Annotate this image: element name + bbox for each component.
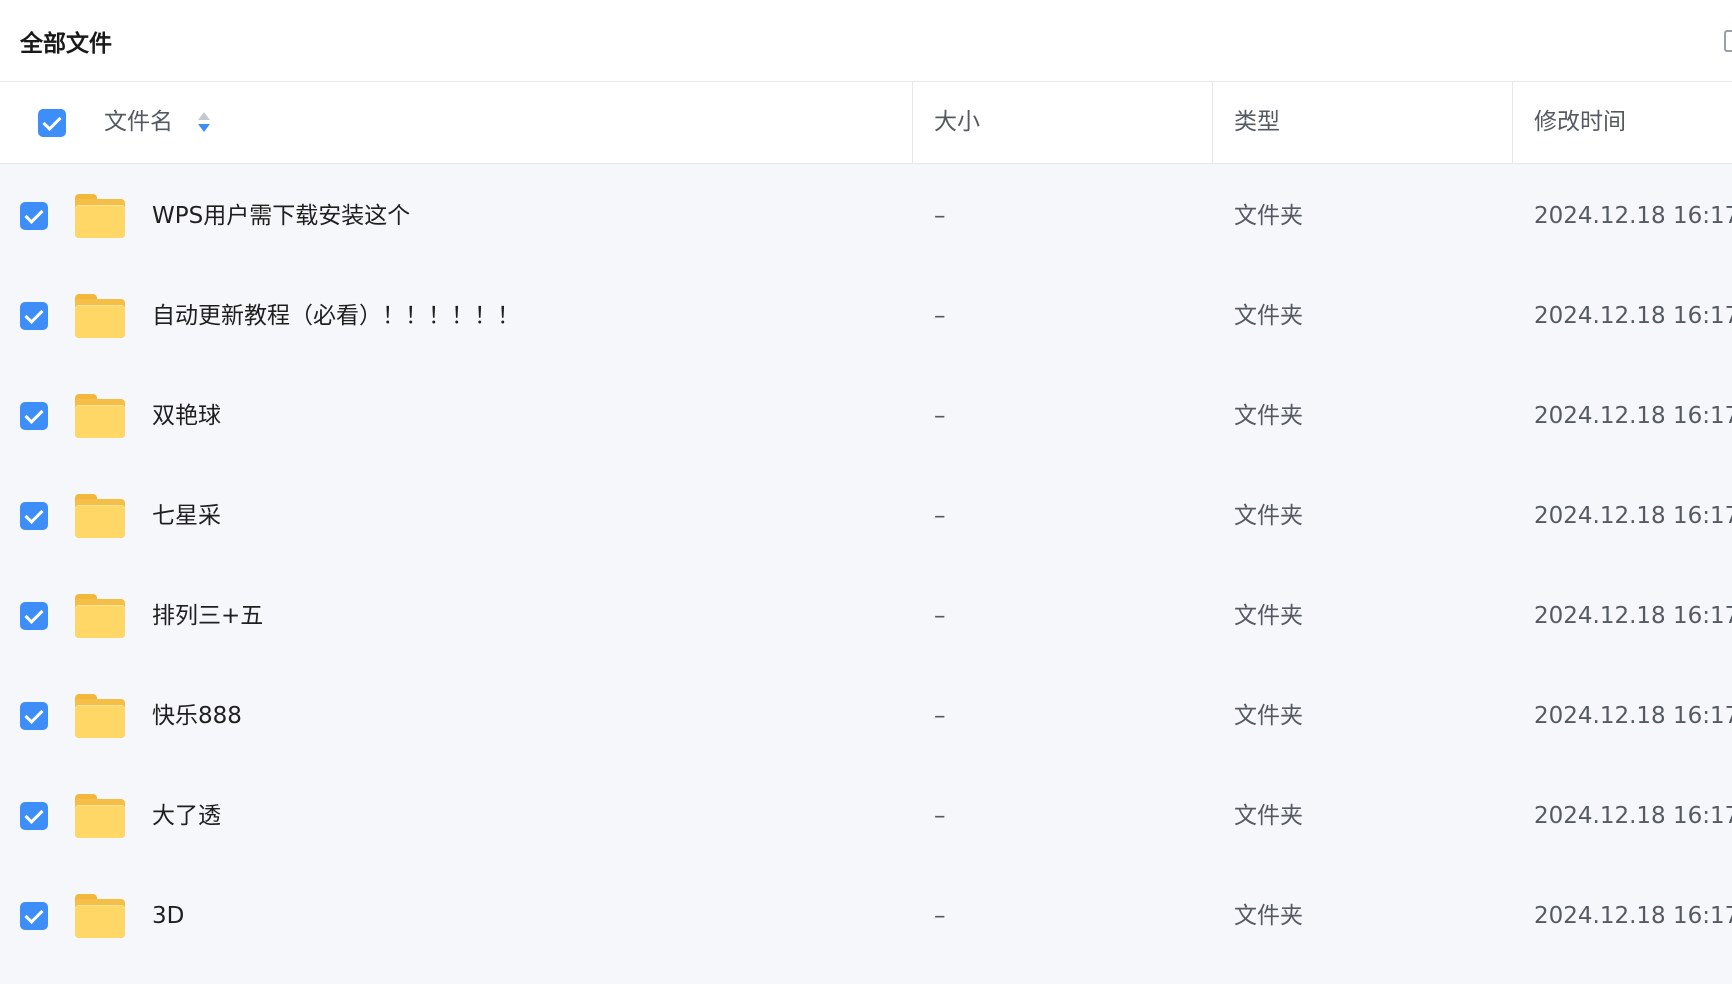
folder-icon [75, 694, 125, 738]
breadcrumb-all-files[interactable]: 全部文件 [20, 24, 112, 58]
folder-icon [75, 394, 125, 438]
sort-icon[interactable] [197, 112, 211, 136]
table-row[interactable]: WPS用户需下载安装这个 – 文件夹 2024.12.18 16:17 [0, 166, 1732, 266]
column-divider[interactable] [912, 82, 913, 163]
table-row[interactable]: 自动更新教程（必看）！！！！！！ – 文件夹 2024.12.18 16:17 [0, 266, 1732, 366]
column-header-size[interactable]: 大小 [934, 82, 980, 163]
column-divider[interactable] [1512, 82, 1513, 163]
file-type: 文件夹 [1234, 303, 1303, 329]
file-name[interactable]: 大了透 [152, 766, 221, 866]
file-type: 文件夹 [1234, 603, 1303, 629]
folder-icon [75, 294, 125, 338]
row-checkbox[interactable] [20, 202, 48, 230]
file-name[interactable]: 排列三+五 [152, 566, 263, 666]
column-divider[interactable] [1212, 82, 1213, 163]
table-header: 文件名 大小 类型 修改时间 [0, 82, 1732, 164]
file-name[interactable]: 七星采 [152, 466, 221, 566]
file-list-page: 全部文件 文件名 大小 类型 修改时间 WPS用户需下载安装这个 – 文件夹 2… [0, 0, 1732, 984]
folder-icon [75, 594, 125, 638]
file-name[interactable]: WPS用户需下载安装这个 [152, 166, 410, 266]
row-checkbox[interactable] [20, 602, 48, 630]
select-all-checkbox[interactable] [38, 109, 66, 137]
file-type: 文件夹 [1234, 803, 1303, 829]
file-modified-time: 2024.12.18 16:17 [1534, 403, 1732, 429]
folder-icon [75, 894, 125, 938]
column-header-name[interactable]: 文件名 [104, 82, 173, 163]
file-size: – [934, 903, 946, 929]
file-type: 文件夹 [1234, 403, 1303, 429]
file-modified-time: 2024.12.18 16:17 [1534, 803, 1732, 829]
row-checkbox[interactable] [20, 302, 48, 330]
top-bar: 全部文件 [0, 0, 1732, 82]
file-modified-time: 2024.12.18 16:17 [1534, 503, 1732, 529]
folder-icon [75, 494, 125, 538]
panel-toggle-icon[interactable] [1724, 30, 1732, 52]
sort-up-icon [198, 112, 210, 120]
file-modified-time: 2024.12.18 16:17 [1534, 903, 1732, 929]
file-name[interactable]: 快乐888 [152, 666, 242, 766]
file-name[interactable]: 3D [152, 866, 184, 966]
table-row[interactable]: 排列三+五 – 文件夹 2024.12.18 16:17 [0, 566, 1732, 666]
folder-icon [75, 194, 125, 238]
file-size: – [934, 303, 946, 329]
file-size: – [934, 203, 946, 229]
table-row[interactable]: 3D – 文件夹 2024.12.18 16:17 [0, 866, 1732, 966]
file-modified-time: 2024.12.18 16:17 [1534, 703, 1732, 729]
file-type: 文件夹 [1234, 903, 1303, 929]
file-type: 文件夹 [1234, 203, 1303, 229]
file-name[interactable]: 双艳球 [152, 366, 221, 466]
row-checkbox[interactable] [20, 802, 48, 830]
file-modified-time: 2024.12.18 16:17 [1534, 603, 1732, 629]
file-type: 文件夹 [1234, 503, 1303, 529]
file-name[interactable]: 自动更新教程（必看）！！！！！！ [152, 266, 520, 366]
file-type: 文件夹 [1234, 703, 1303, 729]
column-header-type[interactable]: 类型 [1234, 82, 1280, 163]
row-checkbox[interactable] [20, 502, 48, 530]
table-row[interactable]: 双艳球 – 文件夹 2024.12.18 16:17 [0, 366, 1732, 466]
folder-icon [75, 794, 125, 838]
table-row[interactable]: 大了透 – 文件夹 2024.12.18 16:17 [0, 766, 1732, 866]
file-size: – [934, 503, 946, 529]
file-modified-time: 2024.12.18 16:17 [1534, 303, 1732, 329]
row-checkbox[interactable] [20, 402, 48, 430]
sort-down-icon [198, 124, 210, 132]
table-row[interactable]: 七星采 – 文件夹 2024.12.18 16:17 [0, 466, 1732, 566]
file-size: – [934, 703, 946, 729]
file-size: – [934, 803, 946, 829]
file-size: – [934, 603, 946, 629]
table-row[interactable]: 快乐888 – 文件夹 2024.12.18 16:17 [0, 666, 1732, 766]
row-checkbox[interactable] [20, 902, 48, 930]
column-header-modified[interactable]: 修改时间 [1534, 82, 1626, 163]
row-checkbox[interactable] [20, 702, 48, 730]
file-size: – [934, 403, 946, 429]
file-modified-time: 2024.12.18 16:17 [1534, 203, 1732, 229]
